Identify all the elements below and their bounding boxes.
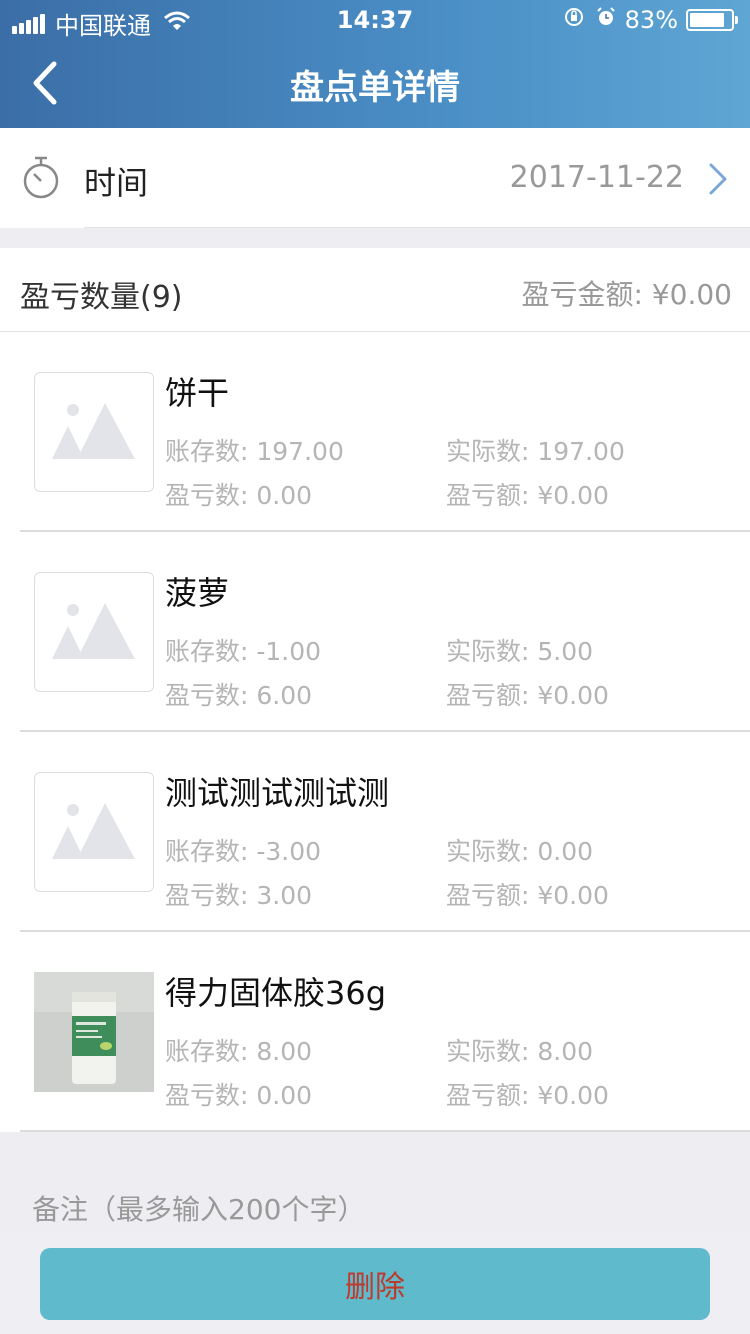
placeholder-image-icon [34, 772, 154, 892]
divider [20, 1130, 750, 1132]
item-actual: 实际数: 8.00 [446, 1037, 594, 1066]
item-stock: 账存数: -3.00 [165, 837, 322, 866]
date-label: 时间 [84, 164, 149, 202]
status-bar: 中国联通 14:37 83% [0, 0, 750, 40]
placeholder-image-icon [34, 572, 154, 692]
item-diff-qty: 盈亏数: 3.00 [165, 881, 313, 910]
item-list: 饼干 账存数: 197.00 实际数: 197.00 盈亏数: 0.00 盈亏额… [0, 332, 750, 1132]
nav-header: 中国联通 14:37 83% 盘点单详情 [0, 0, 750, 128]
footer-bar: 删除 [0, 1232, 750, 1334]
item-name: 得力固体胶36g [165, 974, 387, 1012]
diff-amount-total: 盈亏金额: ¥0.00 [521, 278, 733, 311]
item-name: 饼干 [165, 374, 230, 412]
status-right: 83% [563, 6, 738, 34]
item-diff-qty: 盈亏数: 0.00 [165, 1081, 313, 1110]
page-title: 盘点单详情 [290, 68, 460, 108]
item-diff-amount: 盈亏额: ¥0.00 [446, 881, 609, 910]
remark-input[interactable]: 备注（最多输入200个字） [32, 1188, 365, 1228]
glue-stick-photo [34, 972, 154, 1092]
item-diff-amount: 盈亏额: ¥0.00 [446, 681, 609, 710]
item-actual: 实际数: 5.00 [446, 637, 594, 666]
summary-bar: 盈亏数量(9) 盈亏金额: ¥0.00 [0, 248, 750, 332]
delete-button[interactable]: 删除 [40, 1248, 710, 1320]
item-stock: 账存数: 8.00 [165, 1037, 313, 1066]
list-item[interactable]: 得力固体胶36g 账存数: 8.00 实际数: 8.00 盈亏数: 0.00 盈… [0, 932, 750, 1132]
rotation-lock-icon [563, 6, 585, 34]
item-name: 测试测试测试测 [165, 774, 390, 812]
item-actual: 实际数: 197.00 [446, 437, 625, 466]
chevron-right-icon [708, 162, 728, 200]
list-item[interactable]: 菠萝 账存数: -1.00 实际数: 5.00 盈亏数: 6.00 盈亏额: ¥… [0, 532, 750, 732]
battery-percent: 83% [624, 6, 678, 34]
item-diff-amount: 盈亏额: ¥0.00 [446, 1081, 609, 1110]
list-item[interactable]: 测试测试测试测 账存数: -3.00 实际数: 0.00 盈亏数: 3.00 盈… [0, 732, 750, 932]
alarm-icon [595, 6, 617, 34]
item-diff-qty: 盈亏数: 0.00 [165, 481, 313, 510]
diff-count: 盈亏数量(9) [20, 280, 183, 315]
divider [84, 227, 750, 228]
item-diff-amount: 盈亏额: ¥0.00 [446, 481, 609, 510]
item-stock: 账存数: -1.00 [165, 637, 322, 666]
item-diff-qty: 盈亏数: 6.00 [165, 681, 313, 710]
item-actual: 实际数: 0.00 [446, 837, 594, 866]
date-value: 2017-11-22 [509, 160, 684, 195]
item-stock: 账存数: 197.00 [165, 437, 344, 466]
battery-icon [686, 9, 738, 31]
item-name: 菠萝 [165, 574, 230, 612]
stopwatch-icon [20, 154, 62, 206]
list-item[interactable]: 饼干 账存数: 197.00 实际数: 197.00 盈亏数: 0.00 盈亏额… [0, 332, 750, 532]
placeholder-image-icon [34, 372, 154, 492]
date-row[interactable]: 时间 2017-11-22 [0, 128, 750, 228]
